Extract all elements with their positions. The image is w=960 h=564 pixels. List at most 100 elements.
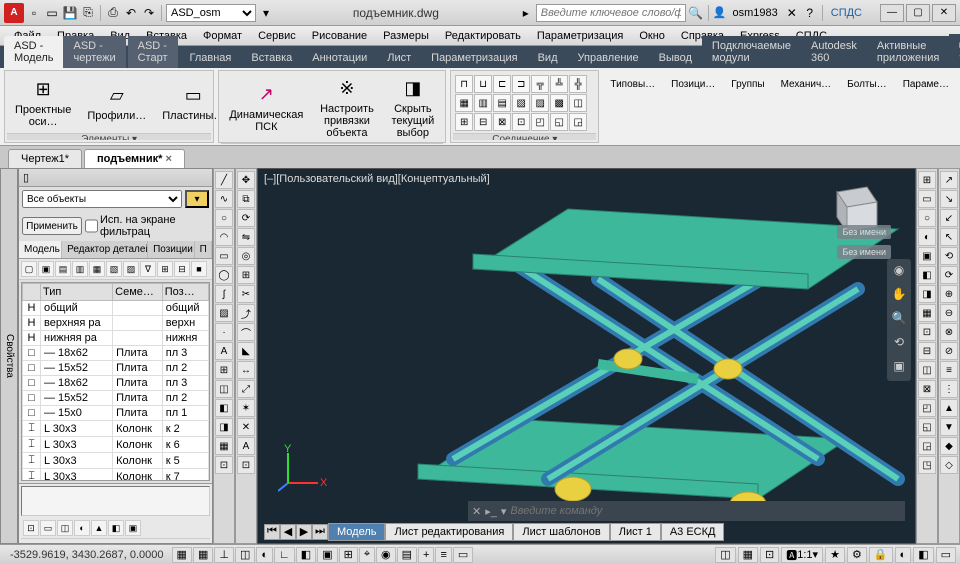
- workspace-select[interactable]: ASD_osm: [166, 4, 256, 22]
- status-toggle-4[interactable]: ◐: [256, 547, 273, 563]
- spline-icon[interactable]: ∫: [215, 285, 233, 303]
- status-toggle-13[interactable]: ≡: [435, 547, 451, 563]
- panel-tab-more[interactable]: П: [195, 241, 212, 258]
- status-toggle-2[interactable]: ⊥: [214, 547, 234, 563]
- ellipse-icon[interactable]: ◯: [215, 266, 233, 284]
- nav-orbit-icon[interactable]: ⟲: [890, 335, 908, 353]
- signin-icon[interactable]: 👤: [713, 6, 727, 19]
- erase-icon[interactable]: ✕: [237, 418, 255, 436]
- close-tab-icon[interactable]: ×: [165, 153, 171, 165]
- chamfer-icon[interactable]: ◣: [237, 342, 255, 360]
- status-toggle-3[interactable]: ◫: [235, 547, 255, 563]
- menu-dimension[interactable]: Размеры: [375, 28, 437, 44]
- table-row[interactable]: Нверхняя раверхн: [23, 316, 209, 331]
- move-icon[interactable]: ✥: [237, 171, 255, 189]
- menu-parametric[interactable]: Параметризация: [529, 28, 631, 44]
- workspace-gear-icon[interactable]: ▾: [258, 5, 274, 21]
- structure-table[interactable]: ТипСеме…Поз… НобщийобщийНверхняя раверхн…: [21, 282, 210, 481]
- menu-tools[interactable]: Сервис: [250, 28, 304, 44]
- rotate-icon[interactable]: ⟳: [237, 209, 255, 227]
- view-tag-2[interactable]: Без имени: [837, 245, 891, 259]
- table-row[interactable]: ⌶L 30x3Колонкк 7: [23, 469, 209, 482]
- ribbon-tab-view[interactable]: Вид: [528, 48, 568, 68]
- ribbon-tab-home[interactable]: Главная: [180, 48, 242, 68]
- ribbon-tab-layout[interactable]: Лист: [377, 48, 421, 68]
- bolts-button[interactable]: Болты…: [840, 74, 894, 95]
- ribbon-tab-active-apps[interactable]: Активные приложения: [867, 36, 949, 68]
- menu-window[interactable]: Окно: [631, 28, 673, 44]
- ribbon-tab-plugins[interactable]: Подключаемые модули: [702, 36, 801, 68]
- search-icon[interactable]: 🔍: [688, 5, 704, 21]
- table-row[interactable]: ⌶L 30x3Колонкк 6: [23, 437, 209, 453]
- filter-options-button[interactable]: ▾: [185, 190, 209, 208]
- table-row[interactable]: □— 15x52Плитапл 2: [23, 361, 209, 376]
- navigation-bar[interactable]: ◉ ✋ 🔍 ⟲ ▣: [887, 259, 911, 381]
- layout-tab-a3[interactable]: А3 ЕСКД: [661, 523, 725, 541]
- layout-tab-sheet1[interactable]: Лист 1: [610, 523, 661, 541]
- mechanical-button[interactable]: Механич…: [774, 74, 839, 95]
- grid-toggle[interactable]: ▦: [738, 547, 758, 563]
- status-toggle-7[interactable]: ▣: [317, 547, 337, 563]
- nav-pan-icon[interactable]: ✋: [890, 287, 908, 305]
- mirror-icon[interactable]: ⇋: [237, 228, 255, 246]
- command-input[interactable]: [510, 505, 710, 517]
- coordinates-readout[interactable]: -3529.9619, 3430.2687, 0.0000: [4, 549, 170, 561]
- new-icon[interactable]: ▫: [26, 5, 42, 21]
- status-toggle-11[interactable]: ▤: [397, 547, 417, 563]
- arc-icon[interactable]: ◠: [215, 228, 233, 246]
- table-row[interactable]: □— 18x62Плитапл 3: [23, 346, 209, 361]
- offset-icon[interactable]: ◎: [237, 247, 255, 265]
- status-toggle-12[interactable]: +: [418, 547, 434, 563]
- groups-button[interactable]: Группы: [724, 74, 771, 95]
- ribbon-tab-asd-model[interactable]: ASD - Модель: [4, 36, 63, 68]
- ribbon-tab-manage[interactable]: Управление: [568, 48, 649, 68]
- table-row[interactable]: □— 18x62Плитапл 3: [23, 376, 209, 391]
- search-input[interactable]: [536, 4, 686, 22]
- connection-grid[interactable]: ⊓⊔⊏⊐╦╩╬ ▦▥▤▧▨▩◫ ⊞⊟⊠⊡◰◱◲: [455, 75, 587, 131]
- point-icon[interactable]: ·: [215, 323, 233, 341]
- apply-button[interactable]: Применить: [22, 217, 82, 235]
- hatch-icon[interactable]: ▨: [215, 304, 233, 322]
- ribbon-tab-parametric[interactable]: Параметризация: [421, 48, 527, 68]
- clean-screen-icon[interactable]: ▭: [936, 547, 956, 563]
- panel-header[interactable]: ▯: [19, 169, 212, 187]
- explode-icon[interactable]: ✶: [237, 399, 255, 417]
- quickprops-icon[interactable]: ⊡: [760, 547, 779, 563]
- user-name[interactable]: osm1983: [728, 7, 781, 19]
- nav-zoom-icon[interactable]: 🔍: [890, 311, 908, 329]
- filter-select[interactable]: Все объекты: [22, 190, 182, 208]
- annotation-visibility-icon[interactable]: ★: [825, 547, 845, 563]
- axes-button[interactable]: ⊞Проектные оси…: [9, 76, 77, 130]
- hardware-accel-icon[interactable]: ◐: [895, 547, 912, 563]
- extend-icon[interactable]: ⤴: [237, 304, 255, 322]
- table-row[interactable]: ⌶L 30x3Колонкк 5: [23, 453, 209, 469]
- hide-selection-button[interactable]: ◨Скрыть текущий выбор: [385, 75, 442, 141]
- table-row[interactable]: Нобщийобщий: [23, 301, 209, 316]
- annotation-scale[interactable]: 🅰 1:1 ▾: [781, 547, 823, 563]
- spds-label[interactable]: СПДС: [827, 7, 866, 19]
- ribbon-tab-a360[interactable]: Autodesk 360: [801, 36, 867, 68]
- open-icon[interactable]: ▭: [44, 5, 60, 21]
- ribbon-tab-insert[interactable]: Вставка: [241, 48, 302, 68]
- model-viewport[interactable]: [–][Пользовательский вид][Концептуальный…: [257, 168, 916, 544]
- status-toggle-9[interactable]: ⌖: [359, 547, 375, 563]
- menu-format[interactable]: Формат: [195, 28, 250, 44]
- panel-tab-positions[interactable]: Позиции: [148, 241, 195, 258]
- workspace-switch-icon[interactable]: ⚙: [847, 547, 867, 563]
- region-icon[interactable]: ◫: [215, 380, 233, 398]
- lock-ui-icon[interactable]: 🔒: [869, 547, 893, 563]
- ribbon-tab-asd-start[interactable]: ASD - Старт: [128, 36, 178, 68]
- layout-last-icon[interactable]: ⏭: [312, 524, 328, 540]
- osnap-settings-button[interactable]: ※Настроить привязки объекта: [313, 75, 380, 141]
- layout-next-icon[interactable]: ▶: [296, 524, 312, 540]
- app-logo[interactable]: A: [4, 3, 24, 23]
- ribbon-tab-output[interactable]: Вывод: [649, 48, 702, 68]
- status-toggle-10[interactable]: ◉: [376, 547, 396, 563]
- copy-icon[interactable]: ⧉: [237, 190, 255, 208]
- menu-draw[interactable]: Рисование: [304, 28, 375, 44]
- layout-prev-icon[interactable]: ◀: [280, 524, 296, 540]
- text-icon[interactable]: A: [215, 342, 233, 360]
- layout-tab-templates[interactable]: Лист шаблонов: [513, 523, 609, 541]
- redo-icon[interactable]: ↷: [141, 5, 157, 21]
- panel-tab-model[interactable]: Модель: [19, 241, 62, 258]
